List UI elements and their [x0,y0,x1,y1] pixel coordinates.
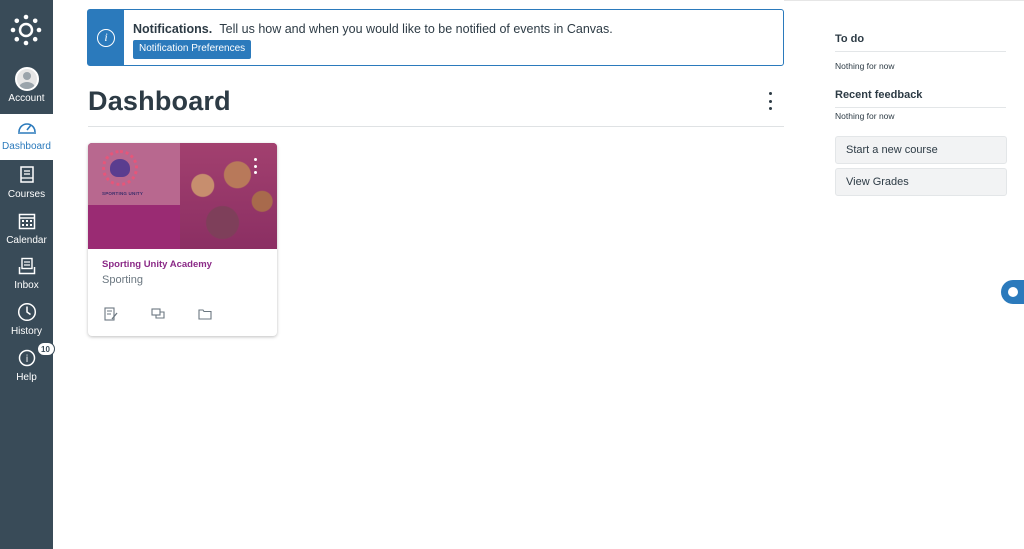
page-title: Dashboard [88,86,231,116]
top-divider [784,0,1024,1]
calendar-icon [14,208,40,234]
course-card-actions [104,307,212,321]
sporting-unity-logo: SPORTING UNITY [88,143,180,205]
help-icon: i 10 [14,342,55,371]
chat-tab-icon[interactable] [1001,280,1024,304]
nav-item-label: Calendar [6,235,47,246]
recent-feedback-heading: Recent feedback [835,89,923,101]
nav-item-courses[interactable]: Courses [0,162,53,208]
start-new-course-button[interactable]: Start a new course [835,136,1007,164]
nav-item-calendar[interactable]: Calendar [0,208,53,254]
svg-text:i: i [25,354,28,365]
nav-item-label: Help [16,372,37,383]
todo-heading: To do [835,33,865,45]
nav-item-label: Dashboard [2,141,51,152]
assignments-icon[interactable] [104,307,118,321]
notification-message: Tell us how and when you would like to b… [219,22,613,36]
feedback-empty-text: Nothing for now [835,111,895,121]
history-clock-icon [14,299,40,325]
nav-item-label: Account [8,93,45,104]
nav-item-label: Inbox [14,280,39,291]
nav-item-dashboard[interactable]: Dashboard [0,114,53,160]
canvas-logo-icon[interactable] [6,8,46,52]
global-nav: Account Dashboard Courses Calendar Inbox… [0,0,55,549]
nav-item-help[interactable]: i 10 Help [0,342,55,391]
info-icon: i [88,10,124,65]
view-grades-button[interactable]: View Grades [835,168,1007,196]
dashboard-options-icon[interactable] [760,92,780,110]
course-photo [178,143,277,249]
nav-item-account[interactable]: Account [0,66,53,112]
courses-book-icon [14,162,40,188]
nav-item-label: Courses [7,189,46,200]
nav-item-label: History [10,326,43,337]
todo-divider [835,51,1006,52]
notification-banner: i Notifications. Tell us how and when yo… [87,9,784,66]
course-card[interactable]: SPORTING UNITY Sporting Unity Academy Sp… [88,143,277,336]
notification-text: Notifications. Tell us how and when you … [133,21,613,37]
discussions-icon[interactable] [151,307,165,321]
notification-title: Notifications. [133,22,213,36]
course-color-overlay [88,205,180,249]
help-count-badge: 10 [36,342,55,356]
nav-item-inbox[interactable]: Inbox [0,253,53,299]
todo-empty-text: Nothing for now [835,61,895,71]
course-title-link[interactable]: Sporting Unity Academy [102,259,212,270]
course-subtitle: Sporting [102,274,143,286]
account-avatar-icon [14,67,39,91]
feedback-divider [835,107,1006,108]
header-divider [88,126,784,127]
course-card-image[interactable]: SPORTING UNITY [88,143,277,249]
course-card-options-icon[interactable] [253,158,257,174]
files-folder-icon[interactable] [198,307,212,321]
nav-item-history[interactable]: History [0,299,53,345]
notification-preferences-button[interactable]: Notification Preferences [133,40,252,59]
dashboard-speedometer-icon [14,114,40,140]
inbox-icon [14,253,40,279]
